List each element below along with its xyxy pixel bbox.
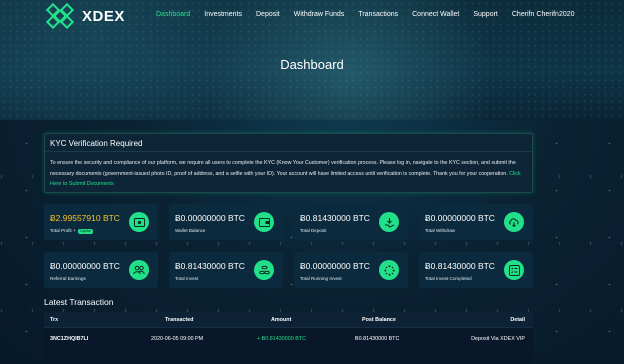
stat-card-total-invest: Ƀ0.81430000 BTC Total Invest [169, 252, 283, 288]
divider [45, 151, 532, 152]
stat-label: Total Invest [175, 276, 199, 281]
cloud-download-icon [504, 212, 524, 232]
stat-card-total-invest-completed: Ƀ0.81430000 BTC Total Invest Completed [419, 252, 533, 288]
column-header-transacted: Transacted [165, 317, 194, 323]
stat-label: Total Profit + Capital [50, 228, 93, 234]
column-header-trx: Trx [50, 317, 59, 323]
transactions-table: Trx Transacted Amount Post Balance Detai… [44, 312, 533, 364]
stat-value: Ƀ0.81430000 BTC [175, 261, 245, 271]
stat-label: Wallet Balance [175, 228, 206, 233]
stat-label: Total Withdraw [425, 228, 456, 233]
column-header-amount: Amount [271, 317, 292, 323]
latest-transaction-title: Latest Transaction [44, 297, 114, 307]
kyc-body-text: To ensure the security and compliance of… [50, 160, 516, 177]
column-header-detail: Detail [510, 317, 525, 323]
cell-post-balance: Ƀ0.81430000 BTC [355, 336, 400, 342]
table-header: Trx Transacted Amount Post Balance Detai… [44, 312, 533, 328]
nav-user-menu[interactable]: Cherifn Cherifn2020 [512, 11, 575, 18]
brand-logo[interactable]: XDEX [46, 3, 125, 29]
stat-value: Ƀ0.00000000 BTC [50, 261, 120, 271]
nav-dashboard[interactable]: Dashboard [156, 11, 190, 18]
xdex-logo-icon [46, 3, 74, 29]
nav-connect-wallet[interactable]: Connect Wallet [412, 11, 459, 18]
users-icon [129, 260, 149, 280]
nav-investments[interactable]: Investments [204, 11, 242, 18]
brand-name: XDEX [82, 7, 125, 25]
list-check-icon [504, 260, 524, 280]
stat-value: Ƀ0.81430000 BTC [300, 213, 370, 223]
stat-card-referral-earnings: Ƀ0.00000000 BTC Referral Earnings [44, 252, 158, 288]
column-header-post-balance: Post Balance [362, 317, 396, 323]
page-title: Dashboard [280, 57, 344, 72]
stat-value: Ƀ2.99557910 BTC [50, 213, 120, 223]
nav-support[interactable]: Support [473, 11, 498, 18]
stat-value: Ƀ0.81430000 BTC [425, 261, 495, 271]
stat-value: Ƀ0.00000000 BTC [425, 213, 495, 223]
cell-amount: + Ƀ0.81430000 BTC [257, 336, 307, 342]
nav-deposit[interactable]: Deposit [256, 11, 280, 18]
main-nav: Dashboard Investments Deposit Withdraw F… [156, 11, 589, 18]
stat-card-total-running-invest: Ƀ0.00000000 BTC Total Running Invest [294, 252, 408, 288]
nav-withdraw-funds[interactable]: Withdraw Funds [294, 11, 345, 18]
coins-icon [254, 260, 274, 280]
nav-transactions[interactable]: Transactions [358, 11, 398, 18]
stat-card-total-deposit: Ƀ0.81430000 BTC Total Deposit [294, 204, 408, 240]
top-navbar: XDEX Dashboard Investments Deposit Withd… [0, 0, 624, 32]
stat-label: Total Deposit [300, 228, 327, 233]
stat-label: Referral Earnings [50, 276, 86, 281]
capital-badge: Capital [77, 229, 93, 234]
stat-value: Ƀ0.00000000 BTC [175, 213, 245, 223]
cell-detail: Deposit Via XDEX VIP [471, 336, 525, 342]
stat-label: Total Invest Completed [425, 276, 472, 281]
kyc-title: KYC Verification Required [50, 139, 143, 148]
stat-card-total-profit: Ƀ2.99557910 BTC Total Profit + Capital [44, 204, 158, 240]
cell-transacted: 2020-06-05 09:00 PM [151, 336, 204, 342]
stat-value: Ƀ0.00000000 BTC [300, 261, 370, 271]
money-icon [129, 212, 149, 232]
stat-label: Total Running Invest [300, 276, 342, 281]
deposit-icon [379, 212, 399, 232]
cell-trx: 3NC1ZHQIB7LI [50, 336, 89, 342]
stat-card-total-withdraw: Ƀ0.00000000 BTC Total Withdraw [419, 204, 533, 240]
spinner-icon [379, 260, 399, 280]
kyc-alert: KYC Verification Required To ensure the … [44, 133, 533, 193]
stat-card-wallet-balance: Ƀ0.00000000 BTC Wallet Balance [169, 204, 283, 240]
wallet-icon [254, 212, 274, 232]
kyc-message: To ensure the security and compliance of… [50, 158, 530, 190]
stat-label-text: Total Profit + [50, 228, 76, 233]
